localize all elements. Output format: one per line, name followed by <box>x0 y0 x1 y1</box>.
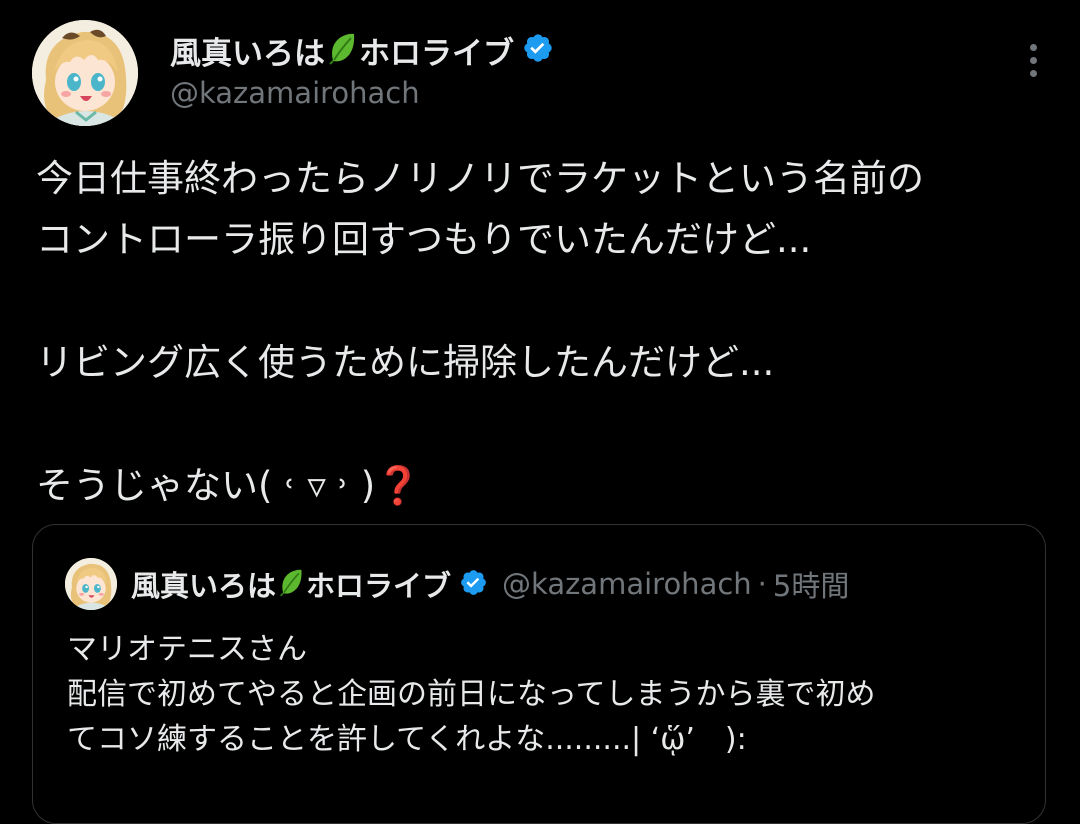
tweet-line: コントローラ振り回すつもりでいたんだけど... <box>36 218 812 261</box>
author-handle[interactable]: @kazamairohach <box>170 76 554 110</box>
quoted-author-org-name[interactable]: ホロライブ <box>306 563 451 605</box>
leaf-icon <box>327 31 357 69</box>
tweet-line: リビング広く使うために掃除したんだけど... <box>36 341 775 384</box>
quoted-author-display-name[interactable]: 風真いろは <box>131 563 276 605</box>
quoted-tweet-header: 風真いろは ホロライブ @kazamairohach · 5時間 <box>65 557 849 611</box>
more-dot <box>1029 69 1037 77</box>
author-name-row[interactable]: 風真いろは ホロライブ <box>170 28 554 73</box>
quoted-tweet-card[interactable]: 風真いろは ホロライブ @kazamairohach · 5時間 マリオテニスさ… <box>32 524 1046 824</box>
tweet-line-last: そうじゃない( ˓ ▿ ˒ )❓ <box>36 455 1046 516</box>
quoted-timestamp[interactable]: 5時間 <box>773 563 849 605</box>
more-options-icon[interactable] <box>1018 38 1048 82</box>
author-name-block: 風真いろは ホロライブ @kazamairohach <box>170 30 554 110</box>
verified-badge-icon <box>522 32 554 68</box>
quoted-author-handle[interactable]: @kazamairohach <box>502 567 752 601</box>
more-dot <box>1029 56 1037 64</box>
quoted-line: てコソ練することを許してくれよな.........| ‘ᾥ’ ): <box>67 722 747 757</box>
quoted-separator: · <box>757 567 767 601</box>
anime-girl-avatar-icon <box>32 20 138 126</box>
author-display-name[interactable]: 風真いろは <box>170 28 325 73</box>
author-avatar[interactable] <box>32 20 138 126</box>
quoted-line: 配信で初めてやると企画の前日になってしまうから裏で初め <box>67 677 876 712</box>
question-mark-emoji-icon: ❓ <box>375 464 422 507</box>
quoted-line: マリオテニスさん <box>67 632 307 667</box>
tweet-line-text: そうじゃない( ˓ ▿ ˒ ) <box>36 464 376 507</box>
tweet-body: 今日仕事終わったらノリノリでラケットという名前の コントローラ振り回すつもりでい… <box>36 148 1046 516</box>
tweet-header: 風真いろは ホロライブ @kazamairohach <box>32 20 1048 130</box>
author-org-name[interactable]: ホロライブ <box>359 28 514 73</box>
quoted-tweet-body: マリオテニスさん 配信で初めてやると企画の前日になってしまうから裏で初め てコソ… <box>67 627 1027 762</box>
anime-girl-avatar-icon <box>65 558 117 610</box>
leaf-icon <box>278 567 304 601</box>
tweet-line: 今日仕事終わったらノリノリでラケットという名前の <box>36 157 924 200</box>
quoted-author-avatar[interactable] <box>65 558 117 610</box>
more-dot <box>1029 43 1037 51</box>
verified-badge-icon <box>459 568 488 601</box>
